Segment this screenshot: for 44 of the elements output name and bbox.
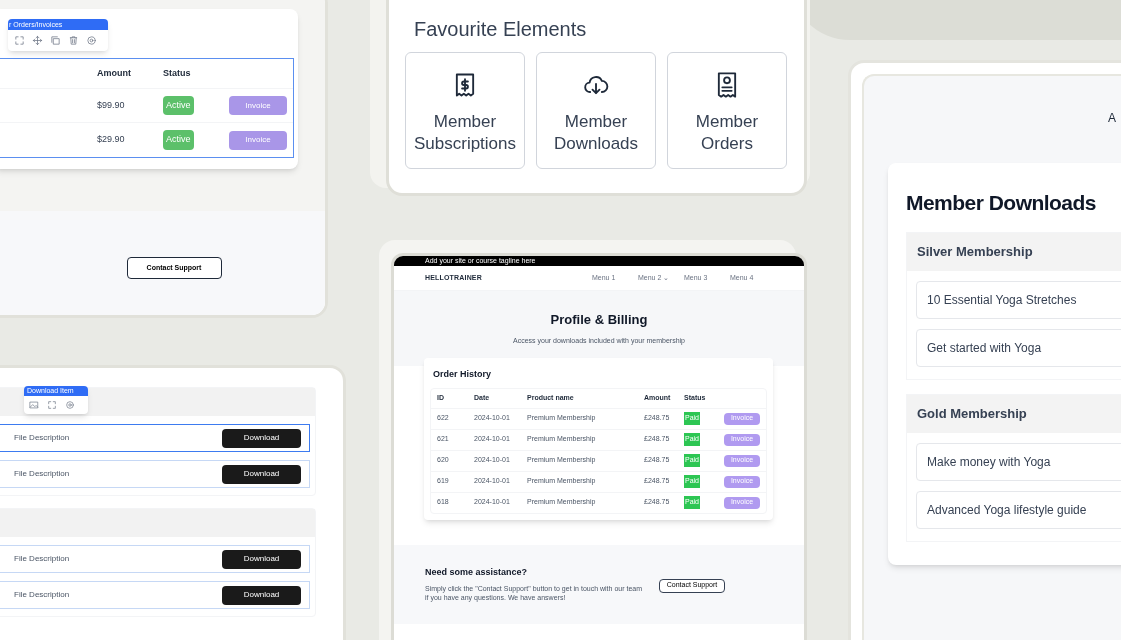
download-button[interactable]: Download: [222, 428, 301, 448]
column-header: Status: [163, 66, 192, 80]
cut-off-text: A: [1108, 110, 1116, 127]
download-item[interactable]: File Description Download: [0, 581, 310, 609]
download-button[interactable]: Download: [222, 585, 301, 605]
status-badge: Active: [163, 130, 194, 150]
duplicate-icon[interactable]: [50, 35, 61, 46]
tile-label: Member Downloads: [552, 111, 640, 155]
download-button[interactable]: Download: [222, 464, 301, 484]
file-description: File Description: [14, 589, 70, 601]
status-badge: Active: [163, 95, 194, 116]
fullscreen-icon[interactable]: [47, 400, 57, 410]
tile-label: Member Subscriptions: [412, 111, 518, 155]
download-item[interactable]: Advanced Yoga lifestyle guide: [916, 490, 1121, 529]
file-description: File Description: [14, 553, 70, 565]
download-item[interactable]: File Description Download: [0, 545, 310, 573]
section-title: Favourite Elements: [413, 17, 588, 42]
download-item[interactable]: File Description Download: [0, 460, 310, 488]
move-icon[interactable]: [32, 35, 43, 46]
card-title: Order History: [432, 368, 493, 381]
amount-cell-text: $29.90: [97, 133, 126, 147]
favourite-tile[interactable]: Member Subscriptions: [405, 52, 525, 169]
favourite-tile[interactable]: Member Downloads: [536, 52, 656, 169]
download-item[interactable]: Make money with Yoga: [916, 442, 1121, 481]
settings-icon[interactable]: [65, 400, 75, 410]
page-title: Profile & Billing: [550, 311, 648, 329]
trash-icon[interactable]: [68, 35, 79, 46]
favourite-tile[interactable]: Member Orders: [667, 52, 787, 169]
file-description: File Description: [14, 468, 70, 480]
tile-label: Member Orders: [694, 111, 760, 155]
download-item[interactable]: Get started with Yoga: [916, 328, 1121, 367]
card-title: Member Downloads: [906, 190, 1097, 216]
image-icon[interactable]: [29, 400, 39, 410]
column-header: Amount: [97, 66, 132, 80]
download-item[interactable]: File Description Download: [0, 424, 310, 452]
fullscreen-icon[interactable]: [14, 35, 25, 46]
group-header: Gold Membership: [907, 394, 1121, 433]
amount-cell-text: $99.90: [97, 98, 126, 112]
download-item[interactable]: 10 Essential Yoga Stretches: [916, 280, 1121, 319]
settings-icon[interactable]: [86, 35, 97, 46]
file-description: File Description: [14, 432, 70, 444]
download-button[interactable]: Download: [222, 549, 301, 569]
assistance-title: Need some assistance?: [425, 566, 529, 580]
group-header: Silver Membership: [907, 232, 1121, 271]
